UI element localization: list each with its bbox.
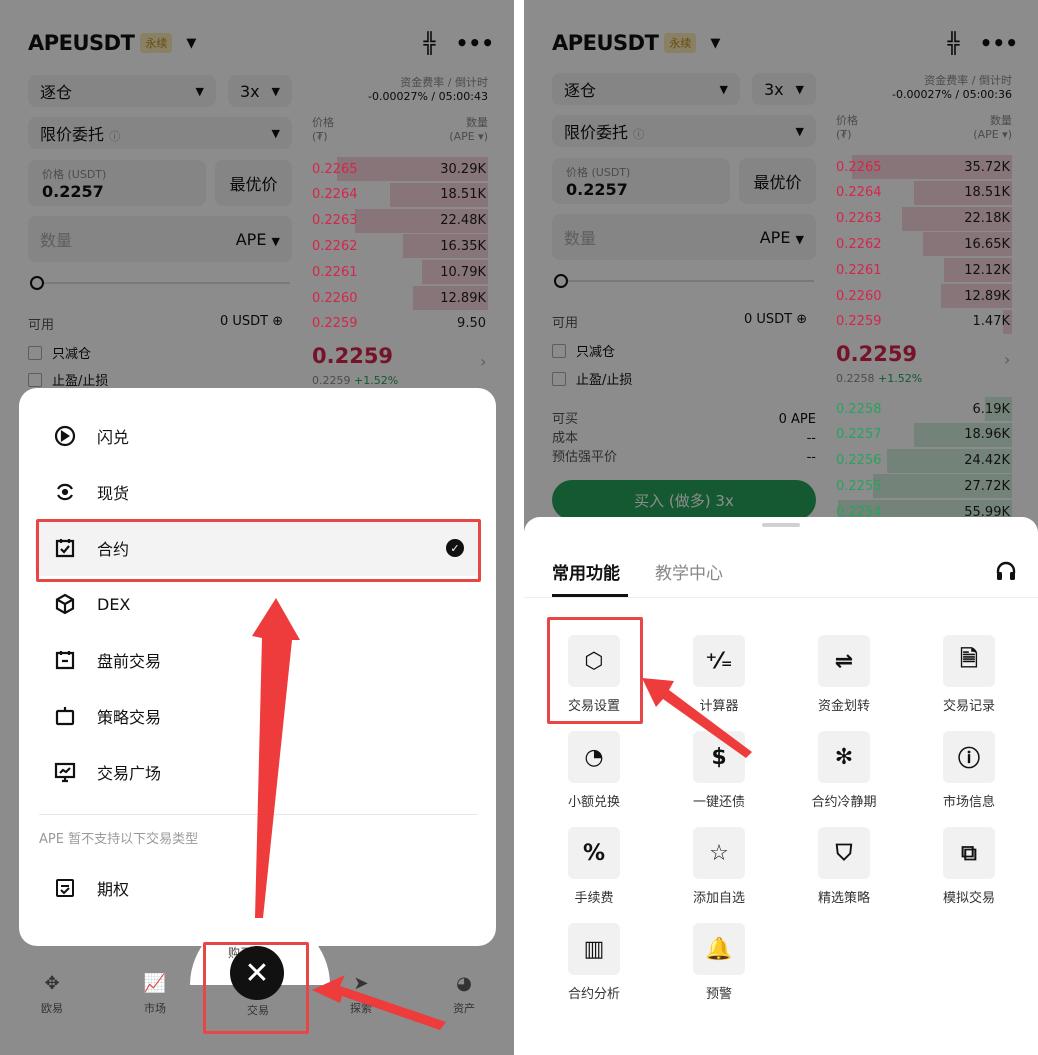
- orderbook-price: 0.2265: [836, 159, 882, 175]
- orderbook-price: 0.2256: [836, 453, 882, 469]
- orderbook-price: 0.2259: [836, 314, 882, 330]
- orderbook-qty: 18.51K: [964, 185, 1010, 201]
- orderbook-price: 0.2264: [312, 187, 358, 203]
- orderbook-price: 0.2259: [312, 316, 358, 332]
- orderbook-price: 0.2260: [836, 288, 882, 304]
- orderbook-price: 0.2255: [836, 478, 882, 494]
- orderbook-price: 0.2261: [836, 262, 882, 278]
- orderbook-qty: 55.99K: [964, 504, 1010, 520]
- orderbook-qty: 16.65K: [964, 236, 1010, 252]
- orderbook-price: 0.2262: [312, 238, 358, 254]
- orderbook-qty: 30.29K: [440, 161, 486, 177]
- orderbook-qty: 16.35K: [440, 238, 486, 254]
- orderbook-qty: 35.72K: [964, 159, 1010, 175]
- orderbook-qty: 18.96K: [964, 427, 1010, 443]
- orderbook-price: 0.2260: [312, 290, 358, 306]
- orderbook-qty: 9.50: [457, 316, 486, 332]
- orderbook-qty: 24.42K: [964, 453, 1010, 469]
- left-screen: APEUSDT 永续 ▼ ╬ ••• 逐仓 ▼ 3x ▼ 资金费率 / 倒计时 -0…: [0, 0, 514, 1055]
- orderbook-price: 0.2265: [312, 161, 358, 177]
- annotation-arrow: [642, 678, 752, 758]
- orderbook-price: 0.2264: [836, 185, 882, 201]
- orderbook-price: 0.2262: [836, 236, 882, 252]
- orderbook-price: 0.2263: [836, 211, 882, 227]
- orderbook-price: 0.2261: [312, 264, 358, 280]
- orderbook-qty: 12.12K: [964, 262, 1010, 278]
- orderbook-qty: 22.48K: [440, 213, 486, 229]
- orderbook-price: 0.2263: [312, 213, 358, 229]
- orderbook-qty: 12.89K: [964, 288, 1010, 304]
- annotation-arrows: [252, 598, 446, 1030]
- orderbook-qty: 1.47K: [972, 314, 1010, 330]
- right-screen: APEUSDT 永续 ▼ ╬ ••• 逐仓 ▼ 3x ▼ 资金费率 / 倒计时 -0…: [524, 0, 1038, 1055]
- orderbook-qty: 10.79K: [440, 264, 486, 280]
- orderbook-qty: 12.89K: [440, 290, 486, 306]
- orderbook-qty: 18.51K: [440, 187, 486, 203]
- orderbook-qty: 27.72K: [964, 478, 1010, 494]
- orderbook-price: 0.2254: [836, 504, 882, 520]
- orderbook-price: 0.2257: [836, 427, 882, 443]
- orderbook-price: 0.2258: [836, 401, 882, 417]
- orderbook-qty: 22.18K: [964, 211, 1010, 227]
- orderbook-qty: 6.19K: [972, 401, 1010, 417]
